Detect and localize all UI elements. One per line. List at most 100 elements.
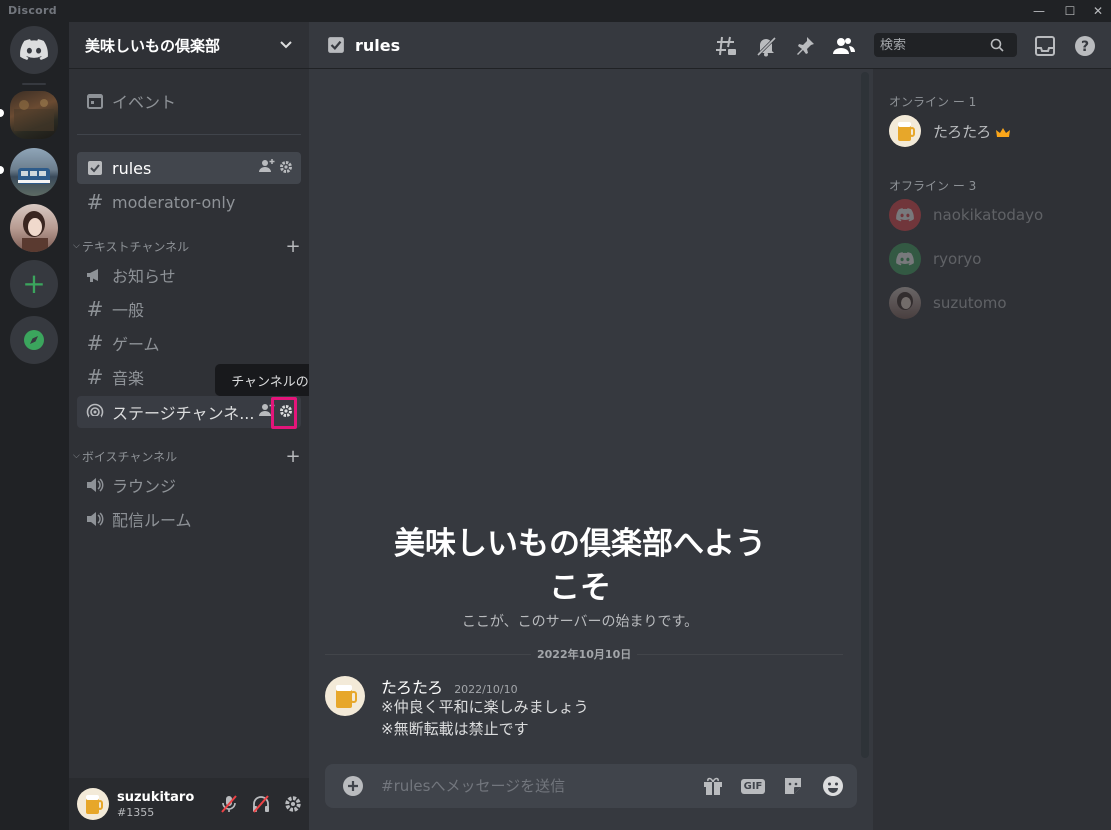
channel-label: ゲーム: [112, 335, 160, 354]
user-panel: suzukitaro #1355: [69, 778, 309, 830]
channel-stage[interactable]: ステージチャンネ...: [77, 396, 301, 428]
bell-muted-icon: [756, 36, 777, 57]
channel-moderator-only[interactable]: # moderator-only: [77, 186, 301, 218]
message-input[interactable]: [381, 777, 693, 795]
server-header[interactable]: 美味しいもの倶楽部: [69, 22, 309, 69]
message-line: ※無断転載は禁止です: [381, 720, 529, 738]
home-button[interactable]: [10, 26, 58, 74]
member-item[interactable]: たろたろ: [889, 113, 1011, 149]
user-settings-button[interactable]: [277, 788, 309, 820]
create-channel-icon[interactable]: +: [277, 446, 309, 467]
hash-icon: #: [86, 365, 104, 389]
server-name: 美味しいもの倶楽部: [85, 36, 221, 55]
speaker-icon: [85, 475, 105, 495]
portrait-avatar-icon: [897, 292, 913, 310]
channel-rules[interactable]: rules: [77, 152, 301, 184]
channel-announcements[interactable]: お知らせ: [77, 259, 301, 291]
member-item[interactable]: suzutomo: [889, 285, 1007, 321]
gift-button[interactable]: [693, 775, 733, 797]
message-line: ※仲良く平和に楽しみましょう: [381, 698, 589, 716]
message-author[interactable]: たろたろ: [381, 678, 443, 697]
member-list: オンライン ー 1 たろたろ オフライン ー 3 naokikatodayo r…: [873, 69, 1111, 830]
channel-label: 配信ルーム: [112, 511, 192, 530]
server-photo-icon: [18, 168, 50, 184]
pin-icon: [797, 37, 814, 55]
minimize-icon: —: [1033, 4, 1045, 18]
sticker-button[interactable]: [773, 775, 813, 797]
add-server-button[interactable]: +: [10, 260, 58, 308]
username: suzukitaro: [117, 789, 195, 805]
gift-icon: [704, 777, 722, 795]
server-icon-train[interactable]: [10, 148, 58, 196]
member-name: suzutomo: [933, 294, 1007, 312]
chevron-down-icon: ⌵: [73, 241, 80, 251]
emoji-button[interactable]: [813, 775, 853, 797]
category-voice-channels[interactable]: ⌵ ボイスチャンネル +: [69, 446, 309, 467]
channel-streaming-room[interactable]: 配信ルーム: [77, 503, 301, 535]
create-channel-icon[interactable]: +: [277, 236, 309, 257]
discord-logo-icon: [20, 39, 48, 60]
channel-title: rules: [355, 35, 401, 55]
maximize-icon: ☐: [1064, 4, 1076, 18]
highlight-annotation: [271, 397, 297, 429]
events-link[interactable]: イベント: [77, 86, 301, 116]
pinned-messages-button[interactable]: [793, 34, 817, 58]
category-label: ボイスチャンネル: [81, 449, 178, 464]
hash-icon: #: [86, 297, 104, 321]
server-indicator: [0, 109, 4, 117]
emoji-icon: [823, 776, 843, 796]
welcome-subtitle: ここが、このサーバーの始まりです。: [461, 614, 699, 630]
plus-icon: +: [22, 267, 46, 300]
gif-icon: GIF: [740, 778, 766, 794]
gear-icon[interactable]: [279, 159, 293, 178]
events-label: イベント: [112, 93, 177, 112]
mute-button[interactable]: [213, 788, 245, 820]
member-item[interactable]: naokikatodayo: [889, 197, 1043, 233]
avatar: [889, 243, 921, 275]
beer-avatar-icon: [325, 676, 365, 716]
members-icon: [833, 38, 855, 54]
server-icon-portrait[interactable]: [10, 204, 58, 252]
help-button[interactable]: ?: [1073, 34, 1097, 58]
deafen-button[interactable]: [245, 788, 277, 820]
plus-circle-icon: [343, 776, 363, 796]
attach-button[interactable]: [325, 775, 381, 797]
avatar[interactable]: [77, 788, 109, 820]
sidebar-divider: [77, 134, 301, 135]
gif-button[interactable]: GIF: [733, 778, 773, 794]
avatar[interactable]: [325, 676, 365, 716]
beer-avatar-icon: [77, 788, 109, 820]
search-input[interactable]: [880, 37, 990, 53]
member-list-button[interactable]: [832, 34, 856, 58]
channel-general[interactable]: # 一般: [77, 293, 301, 325]
discord-logo-icon: [896, 252, 914, 266]
member-item[interactable]: ryoryo: [889, 241, 981, 277]
close-button[interactable]: ✕: [1083, 0, 1111, 22]
threads-icon: [716, 36, 736, 56]
crown-icon: [996, 128, 1011, 137]
explore-servers-button[interactable]: [10, 316, 58, 364]
maximize-button[interactable]: ☐: [1055, 0, 1085, 22]
notifications-button[interactable]: [754, 34, 778, 58]
category-text-channels[interactable]: ⌵ テキストチャンネル +: [69, 236, 309, 257]
chat-scrollbar[interactable]: [861, 72, 869, 758]
threads-button[interactable]: [714, 34, 738, 58]
avatar: [889, 199, 921, 231]
search-box[interactable]: [874, 33, 1017, 57]
member-name: たろたろ: [933, 122, 992, 141]
chevron-down-icon: [280, 41, 292, 49]
minimize-button[interactable]: —: [1024, 0, 1054, 22]
mic-muted-icon: [221, 795, 237, 813]
beer-avatar-icon: [889, 115, 921, 147]
category-label: テキストチャンネル: [81, 239, 190, 254]
channel-lounge[interactable]: ラウンジ: [77, 469, 301, 501]
megaphone-icon: [85, 265, 105, 285]
offline-header: オフライン ー 3: [889, 179, 977, 193]
channel-header: rules ?: [309, 22, 1111, 69]
server-icon-bistro[interactable]: [10, 91, 58, 139]
svg-text:?: ?: [1081, 39, 1089, 55]
inbox-button[interactable]: [1033, 34, 1057, 58]
invite-icon[interactable]: [259, 158, 275, 178]
channel-game[interactable]: # ゲーム: [77, 327, 301, 359]
compass-icon: [24, 330, 44, 350]
